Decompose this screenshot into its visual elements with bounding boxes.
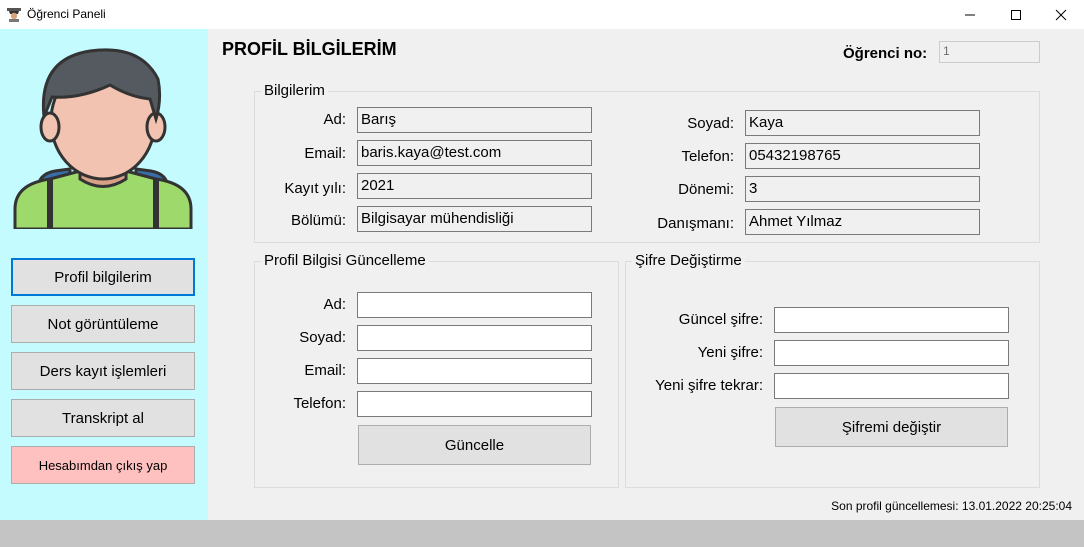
sidebar: Profil bilgilerim Not görüntüleme Ders k… <box>0 29 208 520</box>
current-password-input[interactable] <box>774 307 1009 333</box>
update-email-label: Email: <box>304 362 346 379</box>
email-label: Email: <box>304 145 346 162</box>
page-title: PROFİL BİLGİLERİM <box>222 39 397 59</box>
update-last-name-label: Soyad: <box>299 329 346 346</box>
repeat-password-input[interactable] <box>774 373 1009 399</box>
update-phone-label: Telefon: <box>293 395 346 412</box>
minimize-icon <box>965 14 975 15</box>
student-avatar <box>13 48 193 229</box>
update-email-input[interactable] <box>357 358 592 384</box>
advisor-value: Ahmet Yılmaz <box>745 209 980 235</box>
first-name-label: Ad: <box>323 111 346 128</box>
first-name-value: Barış <box>357 107 592 133</box>
student-no-field: 1 <box>939 41 1040 63</box>
advisor-label: Danışmanı: <box>657 215 734 232</box>
maximize-icon <box>1011 9 1021 20</box>
department-value: Bilgisayar mühendisliği <box>357 206 592 232</box>
password-group-title: Şifre Değiştirme <box>632 252 745 269</box>
student-icon <box>7 8 21 22</box>
minimize-button[interactable] <box>947 0 993 29</box>
bottom-bar <box>0 520 1084 547</box>
update-button[interactable]: Güncelle <box>358 425 591 465</box>
semester-label: Dönemi: <box>678 181 734 198</box>
student-no-label: Öğrenci no: <box>843 45 928 62</box>
window-title: Öğrenci Paneli <box>27 7 106 21</box>
view-grades-button[interactable]: Not görüntüleme <box>11 305 195 343</box>
update-first-name-input[interactable] <box>357 292 592 318</box>
profile-info-button[interactable]: Profil bilgilerim <box>11 258 195 296</box>
last-update-status: Son profil güncellemesi: 13.01.2022 20:2… <box>831 499 1072 513</box>
new-password-label: Yeni şifre: <box>697 344 763 361</box>
info-group-title: Bilgilerim <box>261 82 328 99</box>
last-name-label: Soyad: <box>687 115 734 132</box>
maximize-button[interactable] <box>993 0 1039 29</box>
email-value: baris.kaya@test.com <box>357 140 592 166</box>
course-registration-button[interactable]: Ders kayıt işlemleri <box>11 352 195 390</box>
repeat-password-label: Yeni şifre tekrar: <box>655 377 763 394</box>
close-button[interactable] <box>1038 0 1084 29</box>
semester-value: 3 <box>745 176 980 202</box>
title-bar: Öğrenci Paneli <box>0 0 1084 29</box>
change-password-button[interactable]: Şifremi değiştir <box>775 407 1008 447</box>
update-phone-input[interactable] <box>357 391 592 417</box>
last-name-value: Kaya <box>745 110 980 136</box>
phone-value: 05432198765 <box>745 143 980 169</box>
phone-label: Telefon: <box>681 148 734 165</box>
update-first-name-label: Ad: <box>323 296 346 313</box>
department-label: Bölümü: <box>290 212 346 229</box>
close-icon <box>1055 9 1067 20</box>
new-password-input[interactable] <box>774 340 1009 366</box>
update-last-name-input[interactable] <box>357 325 592 351</box>
logout-button[interactable]: Hesabımdan çıkış yap <box>11 446 195 484</box>
enroll-year-label: Kayıt yılı: <box>284 180 346 197</box>
current-password-label: Güncel şifre: <box>678 311 763 328</box>
update-group-title: Profil Bilgisi Güncelleme <box>261 252 429 269</box>
transcript-button[interactable]: Transkript al <box>11 399 195 437</box>
enroll-year-value: 2021 <box>357 173 592 199</box>
